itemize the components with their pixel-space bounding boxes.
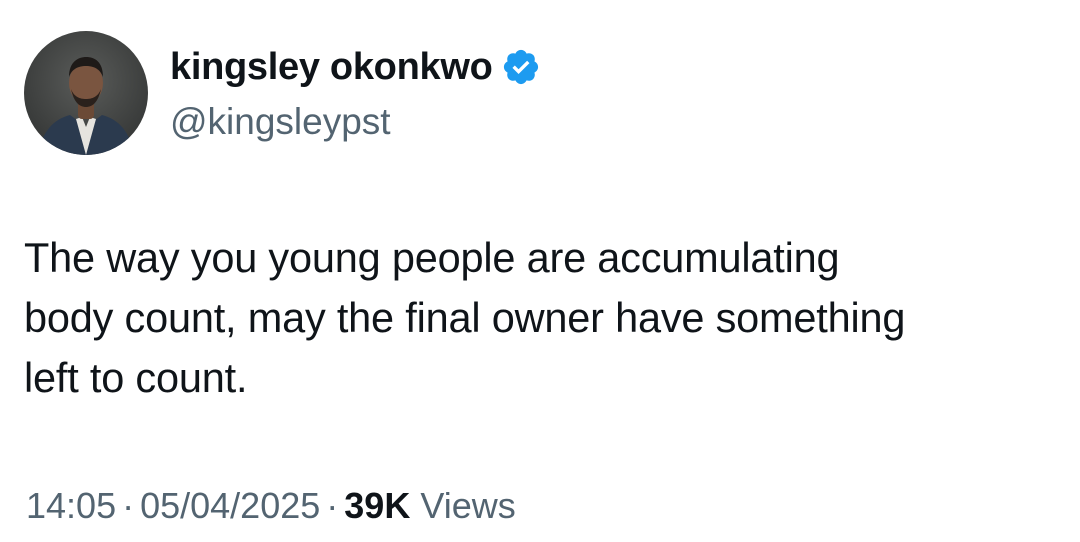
views-label: Views bbox=[420, 485, 516, 526]
tweet-date[interactable]: 05/04/2025 bbox=[140, 485, 320, 526]
handle[interactable]: @kingsleypst bbox=[170, 100, 541, 144]
tweet-time[interactable]: 14:05 bbox=[26, 485, 116, 526]
views-count[interactable]: 39K bbox=[344, 485, 410, 526]
author-block: kingsley okonkwo @kingsleypst bbox=[170, 42, 541, 144]
display-name[interactable]: kingsley okonkwo bbox=[170, 42, 493, 92]
tweet-text-line: body count, may the final owner have som… bbox=[24, 294, 906, 341]
meta-separator: · bbox=[122, 485, 135, 526]
tweet-text-line: The way you young people are accumulatin… bbox=[24, 234, 840, 281]
name-row: kingsley okonkwo bbox=[170, 42, 541, 92]
tweet-text: The way you young people are accumulatin… bbox=[24, 228, 1064, 408]
tweet-meta: 14:05 · 05/04/2025 · 39K Views bbox=[26, 484, 516, 528]
verified-badge-icon bbox=[501, 47, 541, 87]
meta-separator: · bbox=[326, 485, 339, 526]
tweet-text-line: left to count. bbox=[24, 354, 248, 401]
tweet-card: kingsley okonkwo @kingsleypst The way yo… bbox=[0, 0, 1080, 542]
avatar[interactable] bbox=[24, 31, 148, 155]
avatar-photo bbox=[38, 57, 134, 155]
